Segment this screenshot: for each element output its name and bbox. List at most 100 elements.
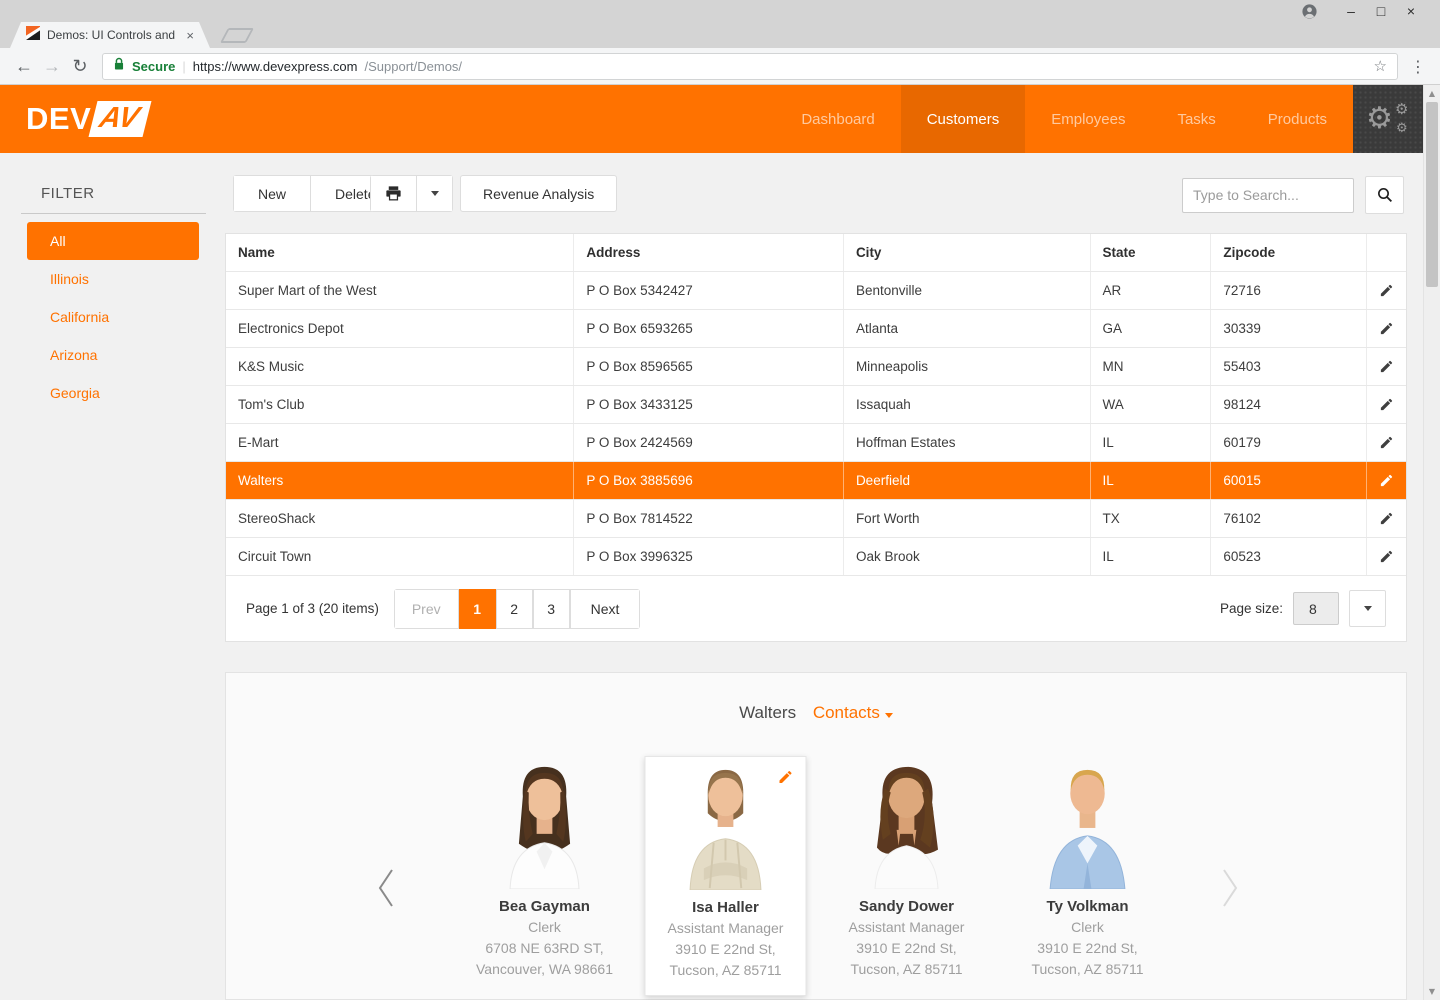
- table-row[interactable]: K&S Music P O Box 8596565 Minneapolis MN…: [226, 348, 1406, 386]
- chevron-right-icon: [1222, 868, 1238, 908]
- pencil-icon[interactable]: [778, 769, 794, 785]
- edit-row-button[interactable]: [1367, 348, 1406, 385]
- page-size-input[interactable]: [1293, 592, 1339, 625]
- edit-row-button[interactable]: [1367, 500, 1406, 537]
- table-row[interactable]: StereoShack P O Box 7814522 Fort Worth T…: [226, 500, 1406, 538]
- edit-row-button[interactable]: [1367, 272, 1406, 309]
- chevron-down-icon: [431, 191, 439, 196]
- minimize-button[interactable]: –: [1336, 0, 1366, 22]
- logo-av-text: AV: [89, 101, 152, 137]
- contact-name: Ty Volkman: [1007, 896, 1169, 917]
- grid-header-row: Name Address City State Zipcode: [226, 234, 1406, 272]
- contact-address1: 3910 E 22nd St,: [826, 938, 988, 959]
- column-header-state[interactable]: State: [1091, 234, 1212, 271]
- table-row[interactable]: Electronics Depot P O Box 6593265 Atlant…: [226, 310, 1406, 348]
- filter-list: All Illinois California Arizona Georgia: [27, 222, 199, 412]
- contacts-view-label: Contacts: [813, 703, 880, 722]
- page-size-control: Page size:: [1220, 590, 1386, 627]
- cell-city: Deerfield: [844, 462, 1091, 499]
- browser-tab[interactable]: Demos: UI Controls and F ×: [10, 22, 210, 48]
- contact-card[interactable]: Sandy Dower Assistant Manager 3910 E 22n…: [826, 756, 988, 980]
- profile-icon[interactable]: [1301, 3, 1318, 20]
- column-header-name[interactable]: Name: [226, 234, 574, 271]
- page-button-1[interactable]: 1: [459, 589, 496, 629]
- cell-state: WA: [1091, 386, 1212, 423]
- contact-card[interactable]: Bea Gayman Clerk 6708 NE 63RD ST, Vancou…: [464, 756, 626, 980]
- maximize-button[interactable]: □: [1366, 0, 1396, 22]
- browser-menu-icon[interactable]: ⋮: [1406, 57, 1430, 76]
- table-row[interactable]: Circuit Town P O Box 3996325 Oak Brook I…: [226, 538, 1406, 576]
- back-icon[interactable]: ←: [10, 56, 38, 77]
- prev-page-button[interactable]: Prev: [394, 589, 459, 629]
- scroll-up-icon[interactable]: ▲: [1424, 89, 1440, 98]
- contact-address1: 3910 E 22nd St,: [1007, 938, 1169, 959]
- settings-gears-button[interactable]: ⚙ ⚙ ⚙: [1353, 85, 1423, 153]
- edit-row-button[interactable]: [1367, 462, 1406, 499]
- table-row[interactable]: Super Mart of the West P O Box 5342427 B…: [226, 272, 1406, 310]
- contacts-view-dropdown[interactable]: Contacts: [813, 703, 893, 722]
- nav-item-tasks[interactable]: Tasks: [1151, 85, 1241, 153]
- cell-city: Atlanta: [844, 310, 1091, 347]
- page-scrollbar[interactable]: ▲ ▼: [1423, 85, 1440, 1000]
- print-dropdown-button[interactable]: [417, 175, 453, 212]
- contact-card[interactable]: Ty Volkman Clerk 3910 E 22nd St, Tucson,…: [1007, 756, 1169, 980]
- carousel-prev-button[interactable]: [378, 868, 394, 913]
- column-header-edit: [1367, 234, 1406, 271]
- contact-name: Sandy Dower: [826, 896, 988, 917]
- column-header-city[interactable]: City: [844, 234, 1091, 271]
- address-bar[interactable]: Secure | https://www.devexpress.com/Supp…: [102, 53, 1398, 80]
- cell-zipcode: 55403: [1211, 348, 1367, 385]
- nav-item-customers[interactable]: Customers: [901, 85, 1026, 153]
- app-nav-menu: Dashboard Customers Employees Tasks Prod…: [775, 85, 1353, 153]
- search-input[interactable]: [1182, 178, 1354, 213]
- cell-zipcode: 60523: [1211, 538, 1367, 575]
- column-header-zipcode[interactable]: Zipcode: [1211, 234, 1367, 271]
- contacts-panel: Walters Contacts Bea Gayma: [225, 672, 1407, 1000]
- filter-item-all[interactable]: All: [27, 222, 199, 260]
- filter-divider: [21, 213, 206, 214]
- gear-icon: ⚙: [1366, 104, 1393, 134]
- column-header-address[interactable]: Address: [574, 234, 844, 271]
- table-row[interactable]: Tom's Club P O Box 3433125 Issaquah WA 9…: [226, 386, 1406, 424]
- nav-item-products[interactable]: Products: [1242, 85, 1353, 153]
- filter-item-georgia[interactable]: Georgia: [27, 374, 199, 412]
- scrollbar-thumb[interactable]: [1426, 102, 1438, 287]
- page-size-dropdown-button[interactable]: [1349, 590, 1386, 627]
- print-button[interactable]: [370, 175, 417, 212]
- cell-name: StereoShack: [226, 500, 574, 537]
- lock-icon: [113, 57, 125, 76]
- close-button[interactable]: ×: [1396, 0, 1426, 22]
- cell-state: IL: [1091, 424, 1212, 461]
- grid-toolbar: New Delete Revenue Analysis: [233, 175, 1404, 212]
- edit-row-button[interactable]: [1367, 538, 1406, 575]
- browser-toolbar: ← → ↻ Secure | https://www.devexpress.co…: [0, 48, 1440, 85]
- print-button-group: [370, 175, 453, 212]
- next-page-button[interactable]: Next: [570, 589, 641, 629]
- cell-city: Bentonville: [844, 272, 1091, 309]
- carousel-next-button[interactable]: [1222, 868, 1238, 913]
- filter-item-arizona[interactable]: Arizona: [27, 336, 199, 374]
- contact-address2: Vancouver, WA 98661: [464, 959, 626, 980]
- scroll-down-icon[interactable]: ▼: [1424, 987, 1440, 996]
- search-button[interactable]: [1365, 176, 1404, 214]
- omnibox-separator: |: [182, 59, 185, 74]
- new-button[interactable]: New: [233, 175, 311, 212]
- nav-item-employees[interactable]: Employees: [1025, 85, 1151, 153]
- nav-item-dashboard[interactable]: Dashboard: [775, 85, 900, 153]
- edit-row-button[interactable]: [1367, 310, 1406, 347]
- filter-item-illinois[interactable]: Illinois: [27, 260, 199, 298]
- reload-icon[interactable]: ↻: [66, 56, 94, 77]
- revenue-analysis-button[interactable]: Revenue Analysis: [460, 175, 617, 212]
- page-button-2[interactable]: 2: [496, 589, 533, 629]
- new-tab-button[interactable]: [220, 28, 254, 43]
- table-row[interactable]: E-Mart P O Box 2424569 Hoffman Estates I…: [226, 424, 1406, 462]
- tab-close-icon[interactable]: ×: [186, 28, 194, 43]
- cell-address: P O Box 3433125: [574, 386, 844, 423]
- edit-row-button[interactable]: [1367, 424, 1406, 461]
- table-row-selected[interactable]: Walters P O Box 3885696 Deerfield IL 600…: [226, 462, 1406, 500]
- page-button-3[interactable]: 3: [533, 589, 570, 629]
- bookmark-star-icon[interactable]: ☆: [1374, 57, 1387, 75]
- contact-card-selected[interactable]: Isa Haller Assistant Manager 3910 E 22nd…: [645, 756, 807, 996]
- edit-row-button[interactable]: [1367, 386, 1406, 423]
- filter-item-california[interactable]: California: [27, 298, 199, 336]
